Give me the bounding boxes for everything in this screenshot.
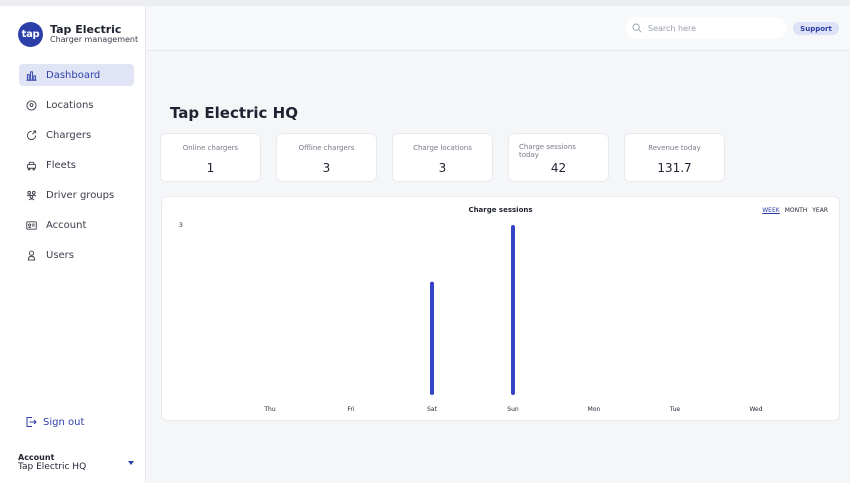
chart-title: Charge sessions bbox=[468, 206, 533, 214]
sidebar-item-label: Chargers bbox=[46, 129, 92, 141]
x-tick-label: Tue bbox=[669, 406, 681, 413]
x-tick-label: Sat bbox=[427, 406, 437, 413]
sidebar-item-users[interactable]: Users bbox=[19, 244, 134, 266]
sidebar-item-label: Users bbox=[46, 249, 75, 261]
stat-card-revenue-today: Revenue today 131.7 bbox=[624, 133, 725, 182]
caret-down-icon bbox=[128, 461, 134, 465]
account-value: Tap Electric HQ bbox=[18, 462, 87, 472]
sign-out-icon bbox=[26, 417, 37, 427]
id-card-icon bbox=[26, 220, 37, 231]
brand[interactable]: tap Tap Electric Charger management bbox=[18, 22, 138, 47]
tap-logo: tap bbox=[18, 22, 43, 47]
period-month[interactable]: MONTH bbox=[785, 207, 808, 214]
period-selector: WEEK MONTH YEAR bbox=[762, 207, 828, 214]
stat-label: Offline chargers bbox=[298, 144, 355, 152]
sidebar-item-fleets[interactable]: Fleets bbox=[19, 154, 134, 176]
search-icon bbox=[632, 23, 642, 33]
sidebar-item-chargers[interactable]: Chargers bbox=[19, 124, 134, 146]
stat-value: 42 bbox=[550, 161, 567, 175]
bar-sat[interactable] bbox=[430, 281, 434, 395]
stat-card-online-chargers: Online chargers 1 bbox=[160, 133, 261, 182]
period-week[interactable]: WEEK bbox=[762, 207, 779, 214]
stat-card-offline-chargers: Offline chargers 3 bbox=[276, 133, 377, 182]
sidebar-item-label: Account bbox=[46, 219, 87, 231]
brand-subtitle: Charger management bbox=[50, 35, 139, 45]
stat-value: 131.7 bbox=[657, 161, 692, 175]
car-icon bbox=[26, 160, 37, 171]
sidebar-item-account[interactable]: Account bbox=[19, 214, 134, 236]
sign-out-button[interactable]: Sign out bbox=[25, 416, 84, 428]
chart-plot: 3 Thu Fri Sat Sun Mon Tue Wed bbox=[179, 222, 763, 413]
group-icon bbox=[26, 190, 37, 201]
sidebar-item-label: Dashboard bbox=[46, 69, 101, 81]
stat-value: 3 bbox=[438, 161, 447, 175]
stat-label: Revenue today bbox=[648, 144, 701, 152]
search-box[interactable] bbox=[626, 17, 786, 39]
page-title: Tap Electric HQ bbox=[170, 104, 298, 122]
charge-sessions-chart: 3 Thu Fri Sat Sun Mon Tue Wed Charge sessions W… bbox=[161, 196, 840, 421]
y-tick-label: 3 bbox=[179, 222, 183, 229]
sidebar-item-label: Locations bbox=[46, 99, 94, 111]
stat-card-charge-sessions-today: Charge sessions today 42 bbox=[508, 133, 609, 182]
sidebar-nav: Dashboard Locations Chargers Fleets Driv… bbox=[19, 64, 134, 274]
stat-value: 3 bbox=[322, 161, 331, 175]
user-icon bbox=[26, 250, 37, 261]
support-button[interactable]: Support bbox=[793, 22, 839, 35]
stat-label: Charge sessions today bbox=[519, 143, 576, 160]
sidebar-item-driver-groups[interactable]: Driver groups bbox=[19, 184, 134, 206]
stat-value: 1 bbox=[206, 161, 215, 175]
search-input[interactable] bbox=[648, 23, 768, 33]
top-header: Support bbox=[147, 6, 850, 51]
x-tick-label: Thu bbox=[263, 406, 275, 413]
bar-sun[interactable] bbox=[511, 225, 515, 395]
location-pin-icon bbox=[26, 99, 37, 111]
stat-card-charge-locations: Charge locations 3 bbox=[392, 133, 493, 182]
period-year[interactable]: YEAR bbox=[812, 207, 828, 214]
stat-label: Online chargers bbox=[182, 144, 239, 152]
sidebar-item-locations[interactable]: Locations bbox=[19, 94, 134, 116]
bar-chart-icon bbox=[26, 70, 37, 81]
x-tick-label: Fri bbox=[347, 406, 354, 413]
x-tick-label: Wed bbox=[749, 406, 762, 413]
brand-text: Tap Electric Charger management bbox=[50, 23, 139, 45]
sidebar-item-dashboard[interactable]: Dashboard bbox=[19, 64, 134, 86]
sidebar-item-label: Fleets bbox=[46, 159, 76, 171]
x-tick-label: Sun bbox=[507, 406, 519, 413]
account-switcher[interactable]: Account Tap Electric HQ bbox=[18, 453, 134, 472]
charger-icon bbox=[26, 129, 37, 141]
stat-label: Charge locations bbox=[413, 144, 472, 152]
account-title: Account bbox=[18, 453, 55, 462]
sidebar: tap Tap Electric Charger management Dash… bbox=[0, 6, 146, 483]
sign-out-label: Sign out bbox=[43, 416, 85, 428]
sidebar-item-label: Driver groups bbox=[46, 189, 115, 201]
x-tick-label: Mon bbox=[588, 406, 601, 413]
